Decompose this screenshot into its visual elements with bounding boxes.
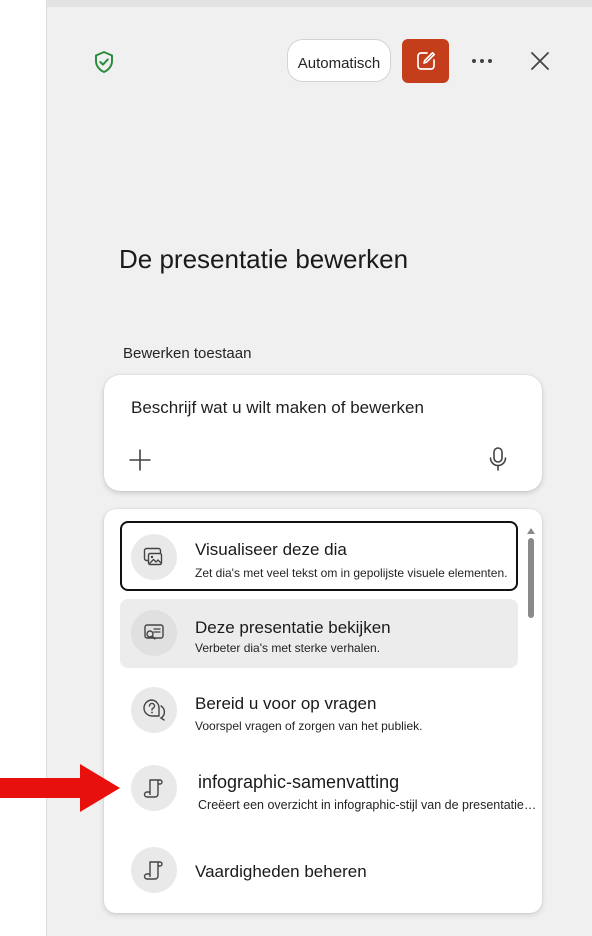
visualize-slide-icon <box>131 534 177 580</box>
menu-item-prepare-questions[interactable]: Bereid u voor op vragen Voorspel vragen … <box>120 675 530 745</box>
pane-top-border <box>47 0 592 7</box>
item-description: Voorspel vragen of zorgen van het publie… <box>195 719 423 733</box>
new-chat-button[interactable] <box>402 39 449 83</box>
menu-item-review-presentation[interactable]: Deze presentatie bekijken Verbeter dia's… <box>120 599 518 668</box>
item-description: Zet dia's met veel tekst om in gepolijst… <box>195 566 508 580</box>
item-title: Vaardigheden beheren <box>195 862 367 881</box>
compose-icon <box>416 51 435 70</box>
item-title: Visualiseer deze dia <box>195 540 347 559</box>
item-description: Verbeter dia's met sterke verhalen. <box>195 641 381 655</box>
shield-check-icon <box>92 50 116 74</box>
item-title: Deze presentatie bekijken <box>195 618 391 637</box>
menu-item-visualize-slide[interactable]: Visualiseer deze dia Zet dia's met veel … <box>120 521 518 591</box>
red-arrow-icon <box>0 764 120 812</box>
page-title: De presentatie bewerken <box>119 244 409 274</box>
question-chat-icon <box>131 687 177 733</box>
scroll-up-arrow[interactable] <box>527 522 535 534</box>
more-options-button[interactable] <box>467 46 497 76</box>
microphone-button[interactable] <box>483 443 513 475</box>
copilot-pane: Automatisch De presentatie bewerken Bewe… <box>46 0 592 936</box>
close-icon <box>531 52 549 70</box>
item-title: infographic-samenvatting <box>198 772 400 792</box>
add-attachment-button[interactable] <box>125 445 155 475</box>
scroll-icon <box>131 847 177 893</box>
prompt-placeholder[interactable]: Beschrijf wat u wilt maken of bewerken <box>131 398 424 418</box>
suggestions-menu: Visualiseer deze dia Zet dia's met veel … <box>104 509 542 913</box>
mode-label: Automatisch <box>297 55 381 72</box>
section-label: Bewerken toestaan <box>123 345 252 362</box>
prompt-composer[interactable]: Beschrijf wat u wilt maken of bewerken <box>104 375 542 491</box>
item-description: Creëert een overzicht in infographic-sti… <box>198 798 537 812</box>
scrollbar-thumb[interactable] <box>528 538 534 618</box>
mode-selector-button[interactable]: Automatisch <box>287 39 391 82</box>
microphone-icon <box>489 447 507 471</box>
review-presentation-icon <box>131 610 177 656</box>
plus-icon <box>129 449 151 471</box>
more-horizontal-icon <box>472 59 492 63</box>
scroll-icon <box>131 765 177 811</box>
item-title: Bereid u voor op vragen <box>195 694 377 713</box>
menu-item-manage-skills[interactable]: Vaardigheden beheren <box>120 834 530 904</box>
close-button[interactable] <box>525 46 555 76</box>
menu-item-infographic-summary[interactable]: infographic-samenvatting Creëert een ove… <box>120 752 542 822</box>
